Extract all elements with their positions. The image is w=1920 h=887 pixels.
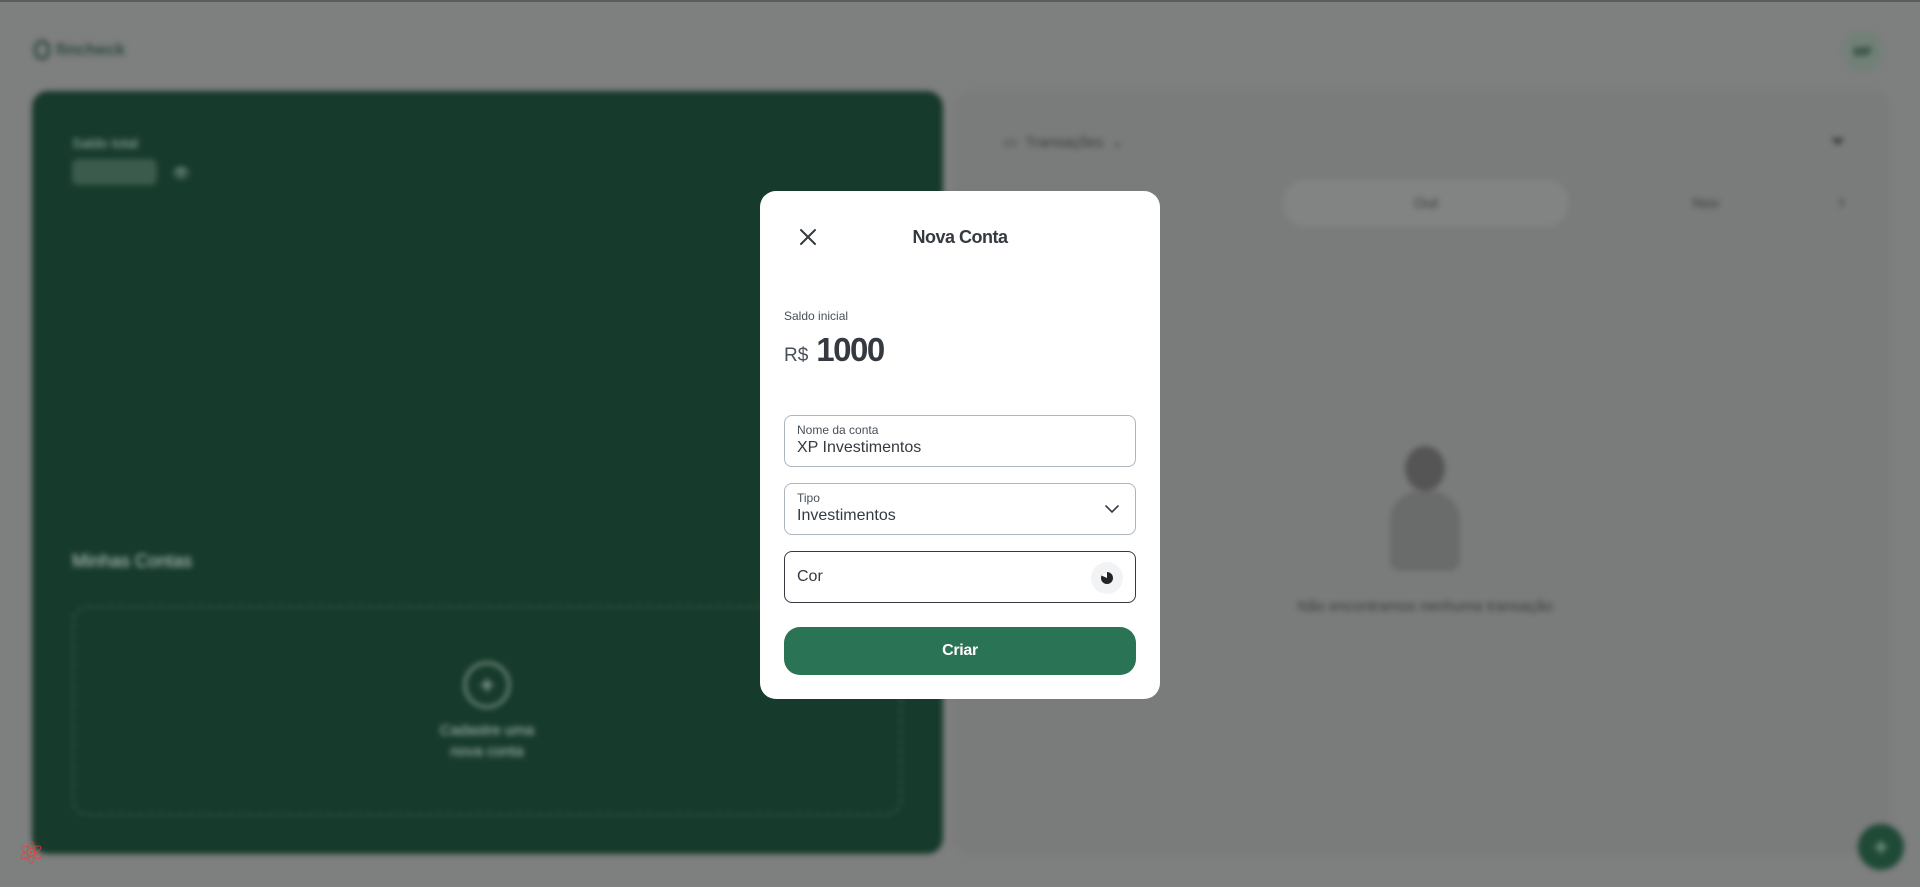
create-button[interactable]: Criar bbox=[784, 627, 1136, 675]
balance-value[interactable]: 1000 bbox=[816, 331, 885, 369]
empty-state: Não encontramos nenhuma transação bbox=[1275, 446, 1575, 615]
avatar[interactable]: MF bbox=[1843, 31, 1883, 71]
my-accounts-title: Minhas Contas bbox=[72, 551, 193, 571]
color-swatch[interactable] bbox=[1091, 562, 1123, 594]
total-balance-label: Saldo total bbox=[72, 135, 139, 151]
chevron-down-icon: ⌄ bbox=[1111, 134, 1124, 151]
account-name-input[interactable] bbox=[797, 439, 1123, 457]
eye-icon[interactable]: 👁 bbox=[172, 165, 190, 182]
react-devtools-icon[interactable]: ⚛ bbox=[12, 834, 50, 872]
balance-label: Saldo inicial bbox=[784, 309, 849, 323]
account-type-value: Investimentos bbox=[797, 507, 896, 524]
filter-icon[interactable]: ⏷ bbox=[1830, 131, 1846, 154]
chevron-down-icon bbox=[1105, 505, 1119, 514]
add-account-text: Cadastre uma bbox=[439, 722, 535, 739]
month-tab[interactable]: Nov bbox=[1563, 179, 1849, 227]
transaction-type-dropdown[interactable]: ▭ Transações ⌄ bbox=[1003, 133, 1124, 152]
color-label: Cor bbox=[797, 568, 823, 585]
balance-input[interactable]: R$ 1000 bbox=[784, 331, 885, 369]
color-wheel-icon bbox=[1101, 571, 1113, 584]
app-logo: fincheck bbox=[34, 40, 125, 60]
account-name-field[interactable]: Nome da conta bbox=[784, 415, 1136, 467]
chevron-right-icon[interactable]: › bbox=[1838, 191, 1845, 214]
currency-label: R$ bbox=[784, 345, 809, 366]
empty-text: Não encontramos nenhuma transação bbox=[1297, 598, 1553, 615]
transaction-type-label: Transações bbox=[1025, 133, 1103, 151]
color-picker-field[interactable]: Cor bbox=[784, 551, 1136, 603]
fab-add-button[interactable]: + bbox=[1858, 824, 1904, 870]
empty-illustration bbox=[1375, 446, 1475, 576]
plus-icon: + bbox=[464, 662, 510, 708]
month-tab[interactable]: Out bbox=[1283, 179, 1569, 227]
account-type-label: Tipo bbox=[797, 491, 820, 505]
account-name-label: Nome da conta bbox=[797, 423, 879, 437]
logo-text: fincheck bbox=[56, 40, 125, 59]
logo-icon bbox=[34, 40, 50, 60]
account-type-select[interactable]: Tipo Investimentos bbox=[784, 483, 1136, 535]
new-account-modal: Nova Conta Saldo inicial R$ 1000 Nome da… bbox=[760, 191, 1160, 699]
add-account-text: nova conta bbox=[450, 743, 524, 760]
total-balance-hidden bbox=[72, 159, 157, 185]
transactions-icon: ▭ bbox=[1003, 134, 1018, 151]
modal-title: Nova Conta bbox=[912, 227, 1008, 247]
